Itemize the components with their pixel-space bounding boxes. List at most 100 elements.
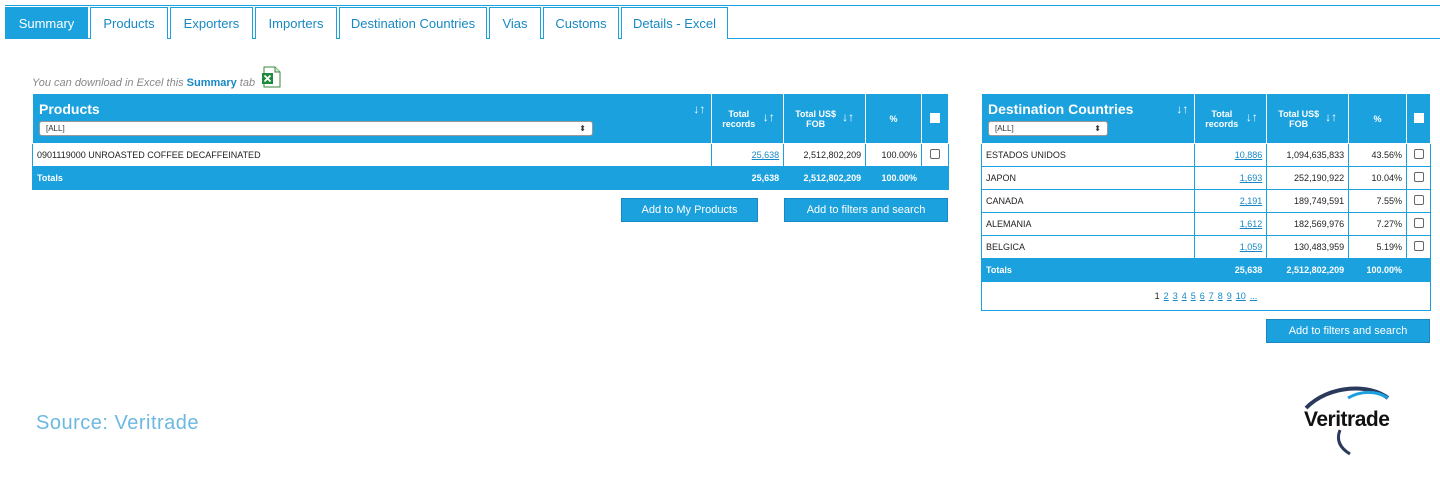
records-link[interactable]: 10,886 [1235, 150, 1263, 160]
row-checkbox[interactable] [1406, 189, 1431, 213]
sort-arrows-icon[interactable]: ↓↑ [1325, 110, 1337, 124]
country-records-link[interactable]: 1,693 [1194, 166, 1268, 190]
veritrade-logo: Veritrade [1300, 386, 1412, 456]
destinations-filter-select[interactable]: [ALL] ⬍ [988, 121, 1108, 136]
checkbox-icon[interactable] [1413, 149, 1424, 159]
tab-details-excel[interactable]: Details - Excel [621, 7, 728, 39]
country-records-link[interactable]: 1,059 [1194, 235, 1268, 259]
page-link[interactable]: 9 [1227, 291, 1232, 301]
page-link[interactable]: 10 [1236, 291, 1246, 301]
page-link-more[interactable]: ... [1250, 291, 1258, 301]
excel-icon[interactable] [261, 66, 281, 88]
product-pct: 100.00% [865, 143, 923, 167]
destinations-filter-value: [ALL] [995, 124, 1014, 133]
page-link[interactable]: 8 [1218, 291, 1223, 301]
excel-download-note: You can download in Excel this Summary t… [32, 66, 281, 94]
country-records-link[interactable]: 1,612 [1194, 212, 1268, 236]
country-pct: 43.56% [1348, 143, 1407, 167]
row-checkbox[interactable] [1406, 235, 1431, 259]
country-records-link[interactable]: 10,886 [1194, 143, 1268, 167]
records-link[interactable]: 1,059 [1240, 242, 1263, 252]
checkbox-icon[interactable] [930, 149, 940, 159]
source-caption: Source: Veritrade [36, 412, 200, 434]
page-link[interactable]: 2 [1164, 291, 1169, 301]
tab-destination-countries[interactable]: Destination Countries [339, 7, 487, 39]
checkbox-icon[interactable] [1413, 172, 1424, 182]
sort-arrows-icon[interactable]: ↓↑ [693, 102, 705, 116]
col-fob-line1: Total US$ [1278, 108, 1320, 119]
pagination: 1 2 3 4 5 6 7 8 9 10 ... [981, 282, 1431, 311]
note-summary-link[interactable]: Summary [187, 77, 237, 89]
col-total-fob-label: Total US$ FOB [1278, 109, 1319, 129]
page-link[interactable]: 7 [1209, 291, 1214, 301]
country-name: BELGICA [980, 235, 1196, 259]
country-pct: 5.19% [1348, 235, 1407, 259]
products-filter-select[interactable]: [ALL] ⬍ [39, 121, 593, 136]
country-records-link[interactable]: 2,191 [1194, 189, 1268, 213]
tab-products[interactable]: Products [90, 7, 168, 39]
page: Summary Products Exporters Importers Des… [0, 0, 1440, 479]
checkbox-icon[interactable] [930, 112, 940, 123]
col-total-fob-label: Total US$ FOB [795, 109, 836, 129]
destinations-col-total-fob[interactable]: Total US$ FOB ↓↑ [1266, 93, 1350, 144]
row-checkbox[interactable] [921, 143, 949, 167]
sort-arrows-icon[interactable]: ↓↑ [763, 110, 775, 124]
table-row: ESTADOS UNIDOS 10,886 1,094,635,833 43.5… [980, 143, 1431, 167]
product-records-link[interactable]: 25,638 [711, 143, 785, 167]
records-link[interactable]: 2,191 [1240, 196, 1263, 206]
products-select-all[interactable] [921, 93, 949, 144]
destinations-col-total-records[interactable]: Total records ↓↑ [1194, 93, 1268, 144]
tab-customs[interactable]: Customs [543, 7, 619, 39]
totals-records: 25,638 [1194, 258, 1268, 282]
row-checkbox[interactable] [1406, 166, 1431, 190]
destinations-select-all[interactable] [1406, 93, 1431, 144]
dropdown-arrow-icon: ⬍ [579, 124, 586, 133]
tabs: Summary Products Exporters Importers Des… [5, 7, 730, 39]
product-name: 0901119000 UNROASTED COFFEE DECAFFEINATE… [31, 143, 713, 167]
page-link[interactable]: 4 [1182, 291, 1187, 301]
tab-summary[interactable]: Summary [5, 7, 88, 39]
destinations-title: Destination Countries [988, 101, 1134, 117]
products-table: Products ↓↑ [ALL] ⬍ Total records ↓↑ Tota… [31, 93, 949, 190]
page-current: 1 [1154, 291, 1160, 301]
country-fob: 189,749,591 [1266, 189, 1350, 213]
totals-label: Totals [31, 166, 713, 190]
logo-text: Veritrade [1304, 408, 1390, 431]
sort-arrows-icon[interactable]: ↓↑ [842, 110, 854, 124]
records-link[interactable]: 25,638 [752, 150, 780, 160]
totals-pct: 100.00% [1348, 258, 1407, 282]
records-link[interactable]: 1,693 [1240, 173, 1263, 183]
country-name: ALEMANIA [980, 212, 1196, 236]
destinations-header: Destination Countries ↓↑ [ALL] ⬍ [980, 93, 1196, 144]
add-to-my-products-button[interactable]: Add to My Products [621, 198, 758, 222]
totals-row: Totals 25,638 2,512,802,209 100.00% [31, 166, 949, 190]
products-col-total-fob[interactable]: Total US$ FOB ↓↑ [783, 93, 867, 144]
checkbox-icon[interactable] [1413, 241, 1424, 251]
totals-label: Totals [980, 258, 1196, 282]
page-link[interactable]: 6 [1200, 291, 1205, 301]
sort-arrows-icon[interactable]: ↓↑ [1176, 102, 1188, 116]
checkbox-icon[interactable] [1413, 218, 1424, 228]
products-col-pct: % [865, 93, 923, 144]
sort-arrows-icon[interactable]: ↓↑ [1246, 110, 1258, 124]
col-total-records-label: Total records [1205, 108, 1239, 129]
records-link[interactable]: 1,612 [1240, 219, 1263, 229]
page-link[interactable]: 3 [1173, 291, 1178, 301]
tab-vias[interactable]: Vias [489, 7, 541, 39]
row-checkbox[interactable] [1406, 143, 1431, 167]
add-to-filters-button[interactable]: Add to filters and search [1266, 319, 1430, 343]
note-suffix: tab [239, 77, 256, 89]
page-link[interactable]: 5 [1191, 291, 1196, 301]
tab-importers[interactable]: Importers [255, 7, 337, 39]
col-fob-line1: Total US$ [795, 108, 837, 119]
add-to-filters-button[interactable]: Add to filters and search [784, 198, 948, 222]
totals-records: 25,638 [711, 166, 785, 190]
row-checkbox[interactable] [1406, 212, 1431, 236]
country-name: CANADA [980, 189, 1196, 213]
country-name: ESTADOS UNIDOS [980, 143, 1196, 167]
checkbox-icon[interactable] [1413, 112, 1424, 123]
country-name: JAPON [980, 166, 1196, 190]
tab-exporters[interactable]: Exporters [170, 7, 253, 39]
checkbox-icon[interactable] [1413, 195, 1424, 205]
products-col-total-records[interactable]: Total records ↓↑ [711, 93, 785, 144]
